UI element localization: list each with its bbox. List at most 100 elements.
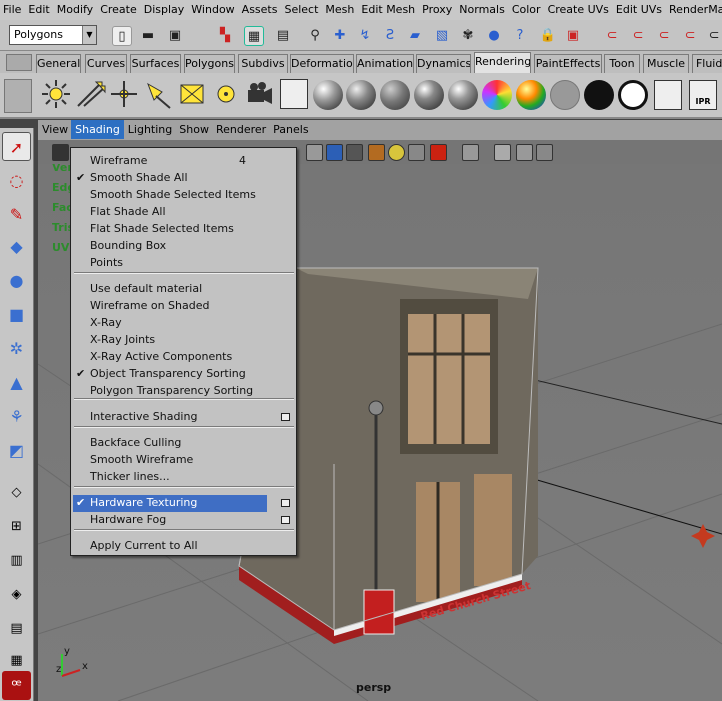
paint-select-tool-icon[interactable]: ✎ <box>2 200 31 229</box>
menu-edit-uvs[interactable]: Edit UVs <box>613 0 666 16</box>
shelf-tab-subdivs[interactable]: Subdivs <box>238 54 288 73</box>
snap-point-icon[interactable]: Ƨ <box>380 26 400 46</box>
maya-logo-icon[interactable]: ꟹ <box>2 671 31 700</box>
surface-shader-icon[interactable] <box>584 80 614 110</box>
isolate-select-icon[interactable] <box>462 144 479 161</box>
shading-item-thicker-lines[interactable]: Thicker lines... <box>73 469 295 486</box>
panel-menu-view[interactable]: View <box>38 120 71 136</box>
resolution-gate-icon[interactable] <box>536 144 553 161</box>
universal-manipulator-icon[interactable]: ✲ <box>2 334 31 363</box>
phong-material-icon[interactable] <box>414 80 444 110</box>
shading-item-backface-culling[interactable]: Backface Culling <box>73 435 295 452</box>
shading-item-hardware-texturing[interactable]: ✔ Hardware Texturing <box>73 495 290 512</box>
shading-item-flat-shade-selected-items[interactable]: Flat Shade Selected Items <box>73 221 295 238</box>
persp-hypergraph-layout-icon[interactable]: ▤ <box>2 614 31 643</box>
menu-edit-mesh[interactable]: Edit Mesh <box>358 0 419 16</box>
shading-item-flat-shade-all[interactable]: Flat Shade All <box>73 204 295 221</box>
shelf-tab-deformation[interactable]: Deformation <box>290 54 354 73</box>
menu-edit[interactable]: Edit <box>25 0 53 16</box>
spot-light-icon[interactable] <box>142 78 174 110</box>
panel-menu-renderer[interactable]: Renderer <box>212 120 269 136</box>
smooth-shade-icon[interactable] <box>326 144 343 161</box>
panel-menu-show[interactable]: Show <box>175 120 212 136</box>
blinn-material-icon[interactable] <box>346 80 376 110</box>
menu-renderma[interactable]: RenderMa <box>666 0 722 16</box>
shading-item-smooth-shade-all[interactable]: ✔ Smooth Shade All <box>73 170 295 187</box>
magnet-icon-5[interactable]: ⊂ <box>704 26 722 46</box>
shelf-tab-fluids[interactable]: Fluids <box>692 54 722 73</box>
shading-item-smooth-wireframe[interactable]: Smooth Wireframe <box>73 452 295 469</box>
snap-grid-icon[interactable]: ✚ <box>330 26 350 46</box>
phonge-material-icon[interactable] <box>448 80 478 110</box>
layered-shader-icon[interactable] <box>482 80 512 110</box>
render-frame-icon[interactable]: ▣ <box>563 26 583 46</box>
shading-item-bounding-box[interactable]: Bounding Box <box>73 238 295 255</box>
shadows-icon[interactable] <box>408 144 425 161</box>
shading-item-x-ray-joints[interactable]: X-Ray Joints <box>73 332 295 349</box>
menu-normals[interactable]: Normals <box>456 0 509 16</box>
shelf-tab-painteffects[interactable]: PaintEffects <box>534 54 602 73</box>
soft-modification-icon[interactable]: ▲ <box>2 368 31 397</box>
menu-file[interactable]: File <box>0 0 25 16</box>
ambient-light-icon[interactable] <box>40 78 72 110</box>
magnet-icon[interactable]: ⊂ <box>602 26 622 46</box>
shading-item-polygon-transparency-sorting[interactable]: Polygon Transparency Sorting <box>73 383 295 400</box>
shading-item-apply-current-to-all[interactable]: Apply Current to All <box>73 538 295 555</box>
snap-curve-icon[interactable]: ↯ <box>355 26 375 46</box>
menu-assets[interactable]: Assets <box>239 0 282 16</box>
camera-attributes-icon[interactable] <box>52 144 69 161</box>
select-tool-icon[interactable]: ➚ <box>2 132 31 161</box>
xray-icon[interactable] <box>430 144 447 161</box>
shading-item-smooth-shade-selected-items[interactable]: Smooth Shade Selected Items <box>73 187 295 204</box>
mode-selector[interactable]: Polygons ▼ <box>9 25 97 45</box>
snap-view-plane-icon[interactable]: ▰ <box>405 26 425 46</box>
menu-modify[interactable]: Modify <box>54 0 97 16</box>
menu-create-uvs[interactable]: Create UVs <box>545 0 613 16</box>
menu-select[interactable]: Select <box>281 0 322 16</box>
grid-icon[interactable] <box>494 144 511 161</box>
four-view-layout-icon[interactable]: ⊞ <box>2 512 31 541</box>
show-manipulator-icon[interactable]: ⚘ <box>2 402 31 431</box>
ipr-render-icon[interactable]: IPR <box>689 80 717 110</box>
shelf-tab-curves[interactable]: Curves <box>85 54 127 73</box>
last-tool-icon[interactable]: ◩ <box>2 436 31 465</box>
padlock-icon[interactable]: 🔒 <box>538 26 558 46</box>
panel-menu-panels[interactable]: Panels <box>269 120 311 136</box>
new-scene-icon[interactable]: ▯ <box>112 26 132 46</box>
shading-item-points[interactable]: Points <box>73 255 295 272</box>
option-box-icon[interactable] <box>281 413 290 421</box>
make-live-icon[interactable]: ▧ <box>432 26 452 46</box>
shading-item-use-default-material[interactable]: Use default material <box>73 281 295 298</box>
shelf-tab-surfaces[interactable]: Surfaces <box>130 54 181 73</box>
textured-icon[interactable] <box>368 144 385 161</box>
render-view-icon[interactable]: ● <box>484 26 504 46</box>
shading-item-wireframe-on-shaded[interactable]: Wireframe on Shaded <box>73 298 295 315</box>
menu-window[interactable]: Window <box>188 0 238 16</box>
magnet-icon-4[interactable]: ⊂ <box>680 26 700 46</box>
menu-mesh[interactable]: Mesh <box>322 0 358 16</box>
shelf-tab-general[interactable]: General <box>36 54 81 73</box>
select-hierarchy-icon[interactable]: ▚ <box>215 26 235 46</box>
wireframe-on-shaded-icon[interactable] <box>346 144 363 161</box>
open-scene-icon[interactable]: ▬ <box>138 26 158 46</box>
shelf-tab-toon[interactable]: Toon <box>604 54 640 73</box>
shading-item-interactive-shading[interactable]: Interactive Shading <box>73 409 295 426</box>
shelf-tab-muscle[interactable]: Muscle <box>643 54 689 73</box>
save-scene-icon[interactable]: ▣ <box>165 26 185 46</box>
ramp-shader-icon[interactable] <box>516 80 546 110</box>
select-component-icon[interactable]: ▤ <box>273 26 293 46</box>
rotate-tool-icon[interactable]: ● <box>2 266 31 295</box>
option-box-icon[interactable] <box>281 499 290 507</box>
lambert-material-icon[interactable] <box>380 80 410 110</box>
shading-item-hardware-fog[interactable]: Hardware Fog <box>73 512 295 529</box>
directional-light-icon[interactable] <box>74 78 106 110</box>
shading-item-wireframe[interactable]: Wireframe 4 <box>73 153 295 170</box>
shading-item-object-transparency-sorting[interactable]: ✔ Object Transparency Sorting <box>73 366 295 383</box>
shelf-options-icon[interactable] <box>6 54 32 71</box>
persp-graph-layout-icon[interactable]: ◈ <box>2 580 31 609</box>
menu-proxy[interactable]: Proxy <box>419 0 456 16</box>
magnet-icon-3[interactable]: ⊂ <box>654 26 674 46</box>
scale-tool-icon[interactable]: ■ <box>2 300 31 329</box>
area-light-icon[interactable] <box>176 78 208 110</box>
menu-display[interactable]: Display <box>141 0 189 16</box>
